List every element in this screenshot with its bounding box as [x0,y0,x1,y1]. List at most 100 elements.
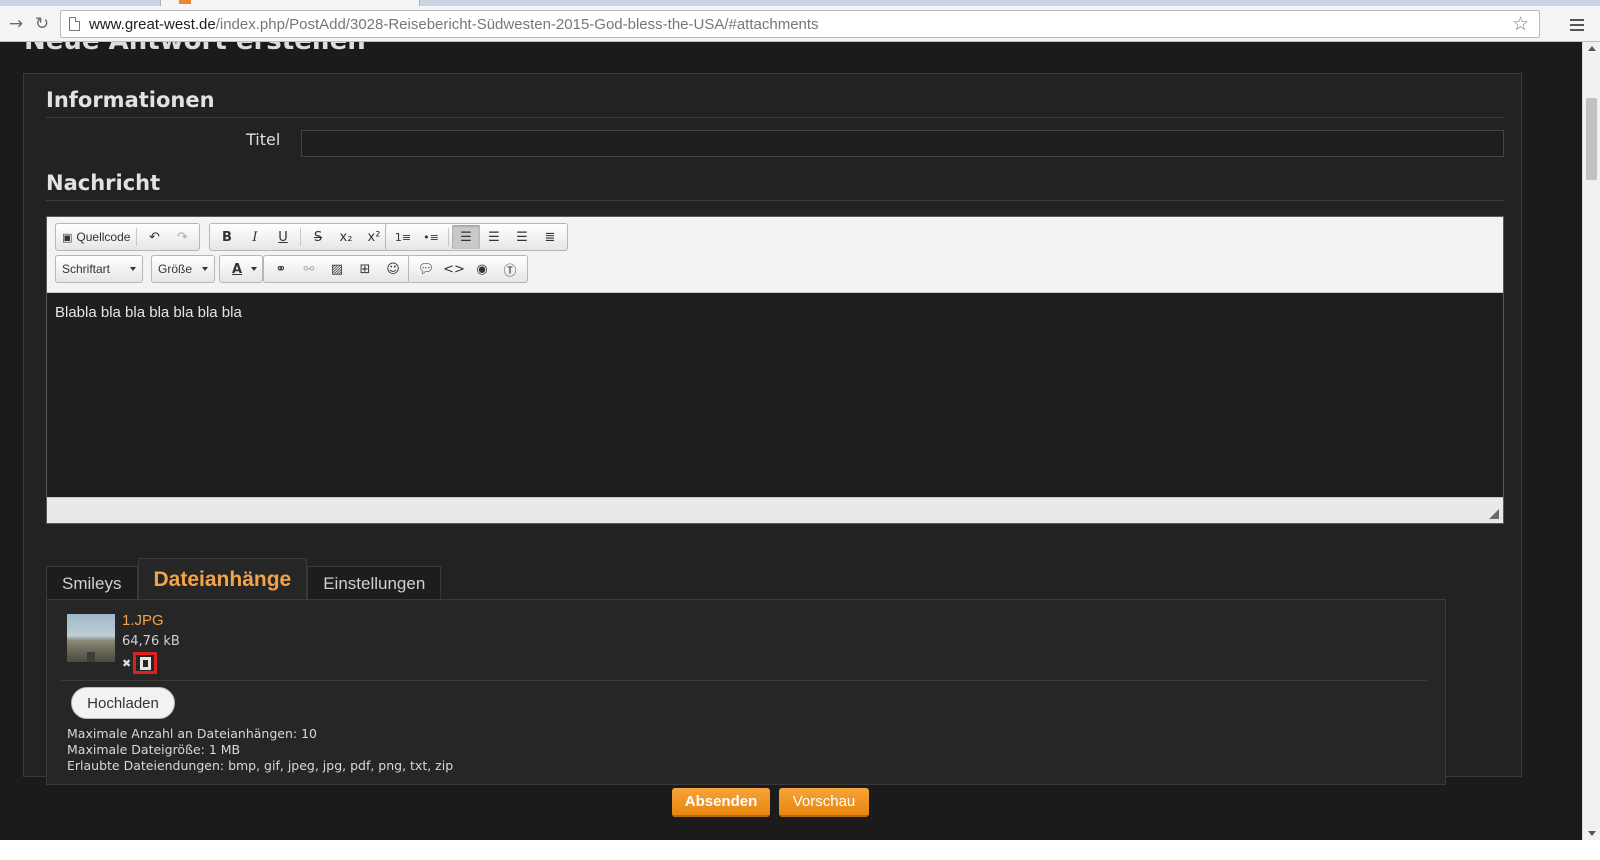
italic-button[interactable]: I [241,225,269,249]
editor-toolbar: ▣ Quellcode ↶ ↷ B I U S x₂ x² 1≡ •≡ ☰ ☰ … [47,217,1503,293]
attachment-thumbnail[interactable] [67,614,115,662]
spoiler-button[interactable]: ◉ [468,257,496,281]
url-text[interactable]: www.great-west.de/index.php/PostAdd/3028… [89,15,819,34]
text-box-icon: Ⓣ [503,263,517,279]
superscript-icon: x² [367,229,381,245]
italic-icon: I [252,229,258,245]
max-attachments-text: Maximale Anzahl an Dateianhängen: 10 [67,726,317,741]
page-title: Neue Antwort erstellen [24,42,366,56]
undo-button[interactable]: ↶ [140,225,168,249]
forward-arrow-icon[interactable]: → [6,14,26,34]
source-icon: ▣ [62,230,73,244]
unlink-button[interactable]: ⚯ [295,257,323,281]
superscript-button[interactable]: x² [360,225,388,249]
align-left-icon: ☰ [460,229,472,245]
title-input[interactable] [301,130,1504,157]
browser-menu-icon[interactable] [1570,19,1584,34]
chevron-down-icon [202,267,209,271]
align-right-button[interactable]: ☰ [508,225,536,249]
subscript-button[interactable]: x₂ [332,225,360,249]
information-heading: Informationen [46,88,215,112]
max-file-size-text: Maximale Dateigröße: 1 MB [67,742,241,757]
underline-icon: U [278,229,288,245]
strikethrough-button[interactable]: S [304,225,332,249]
quote-button[interactable]: 💬︎ [412,257,440,281]
size-select[interactable]: Größe [151,255,215,283]
editor-content[interactable]: Blabla bla bla bla bla bla bla [47,293,1503,489]
rich-text-editor: ▣ Quellcode ↶ ↷ B I U S x₂ x² 1≡ •≡ ☰ ☰ … [46,216,1504,524]
separator [136,228,138,246]
subscript-icon: x₂ [339,229,353,245]
table-button[interactable]: ⊞ [351,257,379,281]
justify-icon: ≣ [544,229,556,245]
smiley-button[interactable]: ☺ [379,257,407,281]
attachment-actions: ✖ [122,652,158,674]
delete-icon[interactable]: ✖ [122,657,131,670]
numbered-list-icon: 1≡ [394,230,412,244]
vertical-scrollbar[interactable] [1582,42,1600,840]
divider [46,200,1504,201]
code-icon: <> [443,261,465,277]
chevron-down-icon [130,267,136,271]
font-select[interactable]: Schriftart [55,255,143,283]
block-group: 💬︎ <> ◉ Ⓣ [408,255,528,283]
justify-button[interactable]: ≣ [536,225,564,249]
code-button[interactable]: <> [440,257,468,281]
allowed-extensions-text: Erlaubte Dateiendungen: bmp, gif, jpeg, … [67,758,454,773]
url-path: /index.php/PostAdd/3028-Reisebericht-Süd… [215,16,819,33]
bullet-list-button[interactable]: •≡ [417,225,445,249]
image-button[interactable]: ▨ [323,257,351,281]
unlink-icon: ⚯ [303,261,315,277]
title-label: Titel [246,130,281,149]
resize-handle-icon[interactable] [1489,509,1499,519]
upload-button[interactable]: Hochladen [71,687,175,719]
attachment-file-name[interactable]: 1.JPG [122,612,164,629]
message-heading: Nachricht [46,171,161,195]
window-bottom-area [0,840,1600,860]
align-center-button[interactable]: ☰ [480,225,508,249]
bold-icon: B [222,229,232,245]
quote-icon: 💬︎ [417,261,435,277]
separator [448,228,449,246]
underline-button[interactable]: U [269,225,297,249]
preview-button[interactable]: Vorschau [779,788,869,817]
bullet-list-icon: •≡ [423,230,439,244]
submit-button[interactable]: Absenden [672,788,770,817]
source-button[interactable]: ▣ Quellcode [59,225,133,249]
page-icon [69,17,80,31]
form-tabs: Smileys Dateianhänge Einstellungen [46,558,442,600]
text-color-select[interactable]: A [219,255,263,283]
hidden-eye-icon: ◉ [476,261,488,277]
tab-settings[interactable]: Einstellungen [307,566,442,600]
smiley-icon: ☺ [386,261,400,277]
link-icon: ⚭ [275,261,287,277]
attachment-file-size: 64,76 kB [122,634,180,649]
reload-icon[interactable]: ↻ [32,14,52,34]
insert-attachment-icon[interactable] [133,652,158,674]
align-center-icon: ☰ [488,229,500,245]
scroll-down-icon[interactable] [1588,831,1596,836]
url-host: www.great-west.de [89,16,216,33]
browser-toolbar: → ↻ www.great-west.de/index.php/PostAdd/… [0,6,1600,42]
insert-group: ⚭ ⚯ ▨ ⊞ ☺ [263,255,411,283]
tab-attachments[interactable]: Dateianhänge [137,558,308,600]
tab-smileys[interactable]: Smileys [46,566,138,600]
align-left-button[interactable]: ☰ [452,225,480,249]
text-box-button[interactable]: Ⓣ [496,257,524,281]
scrollbar-thumb[interactable] [1586,98,1597,180]
divider [46,117,1504,118]
page-viewport: Neue Antwort erstellen Informationen Tit… [0,42,1582,840]
scroll-up-icon[interactable] [1588,46,1596,51]
editor-statusbar [47,497,1503,523]
strikethrough-icon: S [313,229,323,245]
numbered-list-button[interactable]: 1≡ [389,225,417,249]
reply-form-panel: Informationen Titel Nachricht ▣ Quellcode… [23,73,1522,785]
link-button[interactable]: ⚭ [267,257,295,281]
redo-button[interactable]: ↷ [168,225,196,249]
favicon-icon [179,0,191,4]
address-bar[interactable]: www.great-west.de/index.php/PostAdd/3028… [60,10,1540,38]
source-undo-group: ▣ Quellcode ↶ ↷ [55,223,201,251]
chevron-down-icon [251,267,257,271]
bold-button[interactable]: B [213,225,241,249]
bookmark-star-icon[interactable]: ☆ [1512,13,1529,35]
